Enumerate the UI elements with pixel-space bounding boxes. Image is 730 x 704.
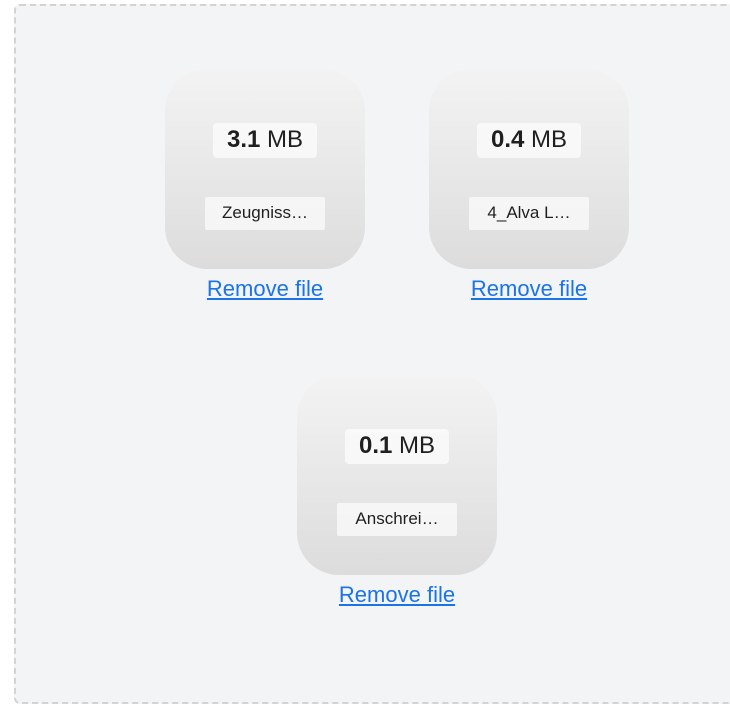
remove-file-link[interactable]: Remove file	[471, 275, 587, 303]
file-thumbnail: 0.4 MB 4_Alva L…	[429, 69, 629, 269]
file-name: 4_Alva L…	[469, 197, 589, 230]
file-size: 3.1 MB	[212, 123, 318, 158]
file-size-value: 0.1	[358, 432, 393, 459]
remove-file-link[interactable]: Remove file	[339, 581, 455, 609]
file-name: Zeugniss…	[205, 197, 325, 230]
file-size: 0.1 MB	[344, 429, 450, 464]
file-size-unit: MB	[399, 432, 436, 459]
file-name: Anschrei…	[337, 503, 457, 536]
file-dropzone[interactable]: 3.1 MB Zeugniss… Remove file 0.4 MB 4_Al…	[14, 4, 730, 704]
file-size-unit: MB	[531, 126, 568, 153]
remove-file-link[interactable]: Remove file	[207, 275, 323, 303]
file-size-unit: MB	[267, 126, 304, 153]
file-thumbnail: 3.1 MB Zeugniss…	[165, 69, 365, 269]
file-thumbnail: 0.1 MB Anschrei…	[297, 375, 497, 575]
file-size-value: 3.1	[226, 126, 261, 153]
file-preview: 0.4 MB 4_Alva L… Remove file	[429, 69, 629, 303]
file-preview: 3.1 MB Zeugniss… Remove file	[165, 69, 365, 303]
file-preview: 0.1 MB Anschrei… Remove file	[297, 375, 497, 609]
file-size: 0.4 MB	[476, 123, 582, 158]
file-size-value: 0.4	[490, 126, 525, 153]
